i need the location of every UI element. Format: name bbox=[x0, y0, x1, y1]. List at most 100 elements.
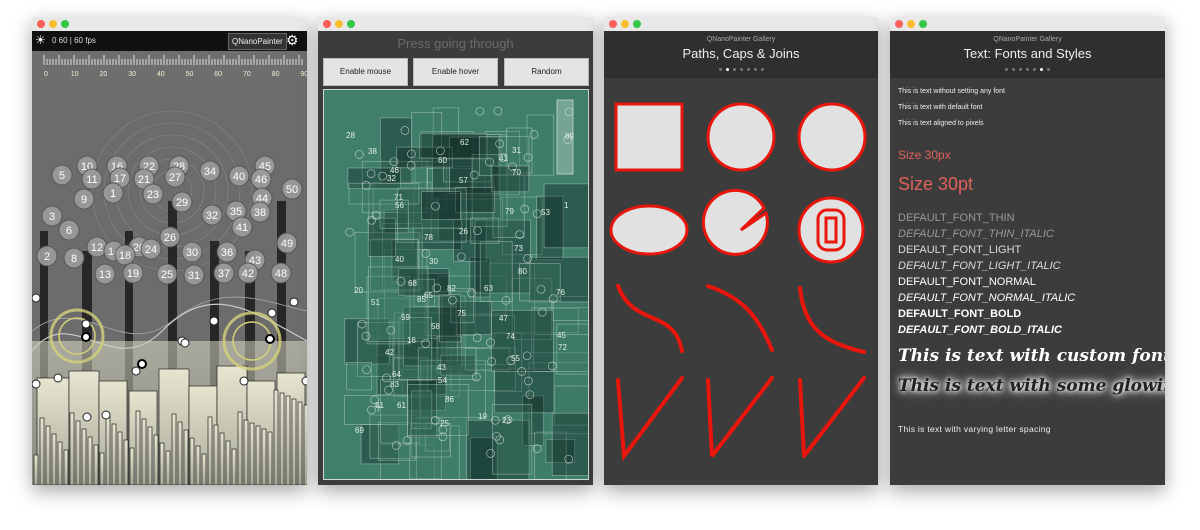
ruler-tick-label: 80 bbox=[271, 71, 280, 78]
fps-readout: 0 60 | 60 fps bbox=[52, 36, 96, 45]
zoom-window-button[interactable] bbox=[633, 20, 641, 28]
page-dot[interactable] bbox=[1019, 68, 1022, 71]
minimize-window-button[interactable] bbox=[335, 20, 343, 28]
window-gallery-text: QNanoPainter Gallery Text: Fonts and Sty… bbox=[890, 17, 1165, 485]
ball-label: 34 bbox=[204, 166, 216, 178]
ball-label: 42 bbox=[242, 268, 254, 280]
box-label: 89 bbox=[565, 132, 574, 141]
boxes-canvas[interactable]: 28 89 38 60 62 41 31 46 32 57 70 71 56 79 53 1 26 78 73 40 3… bbox=[323, 89, 593, 485]
page-dot[interactable] bbox=[1012, 68, 1015, 71]
gallery-subtitle: QNanoPainter Gallery bbox=[706, 36, 776, 43]
box-label: 65 bbox=[424, 291, 433, 300]
page-dot[interactable] bbox=[1047, 68, 1050, 71]
qnanopainter-button[interactable]: QNanoPainter bbox=[228, 33, 287, 50]
gear-icon[interactable]: ⚙ bbox=[286, 32, 299, 48]
window-press-demo: Press going through Enable mouse Enable … bbox=[318, 17, 593, 485]
zoom-window-button[interactable] bbox=[347, 20, 355, 28]
box-label: 78 bbox=[424, 233, 433, 242]
page-dot[interactable] bbox=[746, 68, 750, 71]
page-dot[interactable] bbox=[1033, 68, 1036, 71]
pie-shape bbox=[701, 188, 769, 256]
box-label: 41 bbox=[499, 154, 508, 163]
box-label: 73 bbox=[514, 244, 523, 253]
box-label: 20 bbox=[354, 286, 363, 295]
gallery-title: Text: Fonts and Styles bbox=[963, 46, 1092, 61]
box-label: 63 bbox=[484, 284, 493, 293]
join-path-bevel bbox=[706, 376, 774, 458]
page-indicator[interactable] bbox=[604, 68, 878, 71]
ball-label: 46 bbox=[255, 174, 267, 186]
box-label: 61 bbox=[397, 401, 406, 410]
ball-label: 6 bbox=[66, 225, 72, 237]
window-titlebar bbox=[890, 17, 1165, 32]
minimize-window-button[interactable] bbox=[907, 20, 915, 28]
ball-label: 1 bbox=[110, 188, 116, 200]
curve-path-1 bbox=[616, 284, 684, 353]
enable-hover-button[interactable]: Enable hover bbox=[413, 58, 498, 86]
box-label: 28 bbox=[346, 131, 355, 140]
box-label: 76 bbox=[556, 288, 565, 297]
page-dot[interactable] bbox=[739, 68, 743, 71]
page-dot[interactable] bbox=[1005, 68, 1008, 71]
page-title: Press going through bbox=[397, 36, 514, 51]
text-sample-aligned: This is text aligned to pixels bbox=[898, 120, 984, 127]
page-dot[interactable] bbox=[1040, 68, 1043, 71]
minimize-window-button[interactable] bbox=[621, 20, 629, 28]
random-button[interactable]: Random bbox=[504, 58, 589, 86]
box-label: 40 bbox=[395, 255, 404, 264]
close-window-button[interactable] bbox=[895, 20, 903, 28]
ruler[interactable]: 0 10 20 30 40 50 60 70 80 90 bbox=[32, 51, 307, 81]
text-sample-no-font: This is text without setting any font bbox=[898, 88, 1005, 95]
box-label: 59 bbox=[401, 313, 410, 322]
boxes-svg: 28 8938606241314632 5770715679 53126787340 3… bbox=[344, 99, 593, 485]
box-label: 32 bbox=[387, 174, 396, 183]
animation-scene: 10 16 22 28 45 5 11 17 21 27 34 40 46 50 9 1 23 44 3 29 32 35… bbox=[32, 81, 307, 485]
ball-label: 30 bbox=[186, 247, 198, 259]
page-indicator[interactable] bbox=[890, 68, 1165, 71]
ball-label: 35 bbox=[230, 206, 242, 218]
box-label: 57 bbox=[459, 176, 468, 185]
box-label: 47 bbox=[499, 314, 508, 323]
ball-label: 2 bbox=[44, 251, 50, 263]
ruler-tick-label: 70 bbox=[242, 71, 251, 78]
page-dot[interactable] bbox=[732, 68, 736, 71]
box-label: 38 bbox=[368, 147, 377, 156]
gallery-title: Paths, Caps & Joins bbox=[682, 46, 800, 61]
page-dot[interactable] bbox=[753, 68, 757, 71]
ball-label: 25 bbox=[161, 269, 173, 281]
page-dot[interactable] bbox=[725, 68, 729, 71]
box-label: 43 bbox=[437, 363, 446, 372]
ball-label: 24 bbox=[145, 244, 157, 256]
join-path-miter bbox=[616, 376, 684, 462]
close-window-button[interactable] bbox=[37, 20, 45, 28]
box-label: 25 bbox=[440, 419, 449, 428]
gallery-body: This is text without setting any font Th… bbox=[890, 78, 1165, 485]
circle-shape-2 bbox=[797, 102, 867, 172]
box-label: 79 bbox=[505, 207, 514, 216]
curve-path-2 bbox=[706, 284, 774, 352]
page-dot[interactable] bbox=[760, 68, 764, 71]
ruler-tick-label: 50 bbox=[185, 71, 194, 78]
scene-canvas: 10 16 22 28 455 11 17 21 27 34 40 46509 1 23 4432932 35… bbox=[32, 81, 307, 485]
box-label: 70 bbox=[512, 168, 521, 177]
ellipse-shape bbox=[609, 204, 689, 256]
close-window-button[interactable] bbox=[323, 20, 331, 28]
ball-label: 3 bbox=[49, 211, 55, 223]
zoom-window-button[interactable] bbox=[919, 20, 927, 28]
page-dot[interactable] bbox=[1026, 68, 1029, 71]
ball-label: 50 bbox=[286, 184, 298, 196]
box-label: 31 bbox=[512, 146, 521, 155]
zoom-window-button[interactable] bbox=[61, 20, 69, 28]
font-normal-italic: DEFAULT_FONT_NORMAL_ITALIC bbox=[898, 292, 1076, 304]
window-gallery-paths: QNanoPainter Gallery Paths, Caps & Joins bbox=[604, 17, 878, 485]
ruler-tick-label: 40 bbox=[156, 71, 165, 78]
gallery-header: QNanoPainter Gallery Paths, Caps & Joins bbox=[604, 31, 878, 78]
box-label: 58 bbox=[431, 322, 440, 331]
close-window-button[interactable] bbox=[609, 20, 617, 28]
top-bar: ☀ 0 60 | 60 fps QNanoPainter ⚙ bbox=[32, 31, 307, 51]
enable-mouse-button[interactable]: Enable mouse bbox=[323, 58, 408, 86]
page-dot[interactable] bbox=[718, 68, 722, 71]
box-label: 56 bbox=[395, 201, 404, 210]
minimize-window-button[interactable] bbox=[49, 20, 57, 28]
box-label: 30 bbox=[429, 257, 438, 266]
